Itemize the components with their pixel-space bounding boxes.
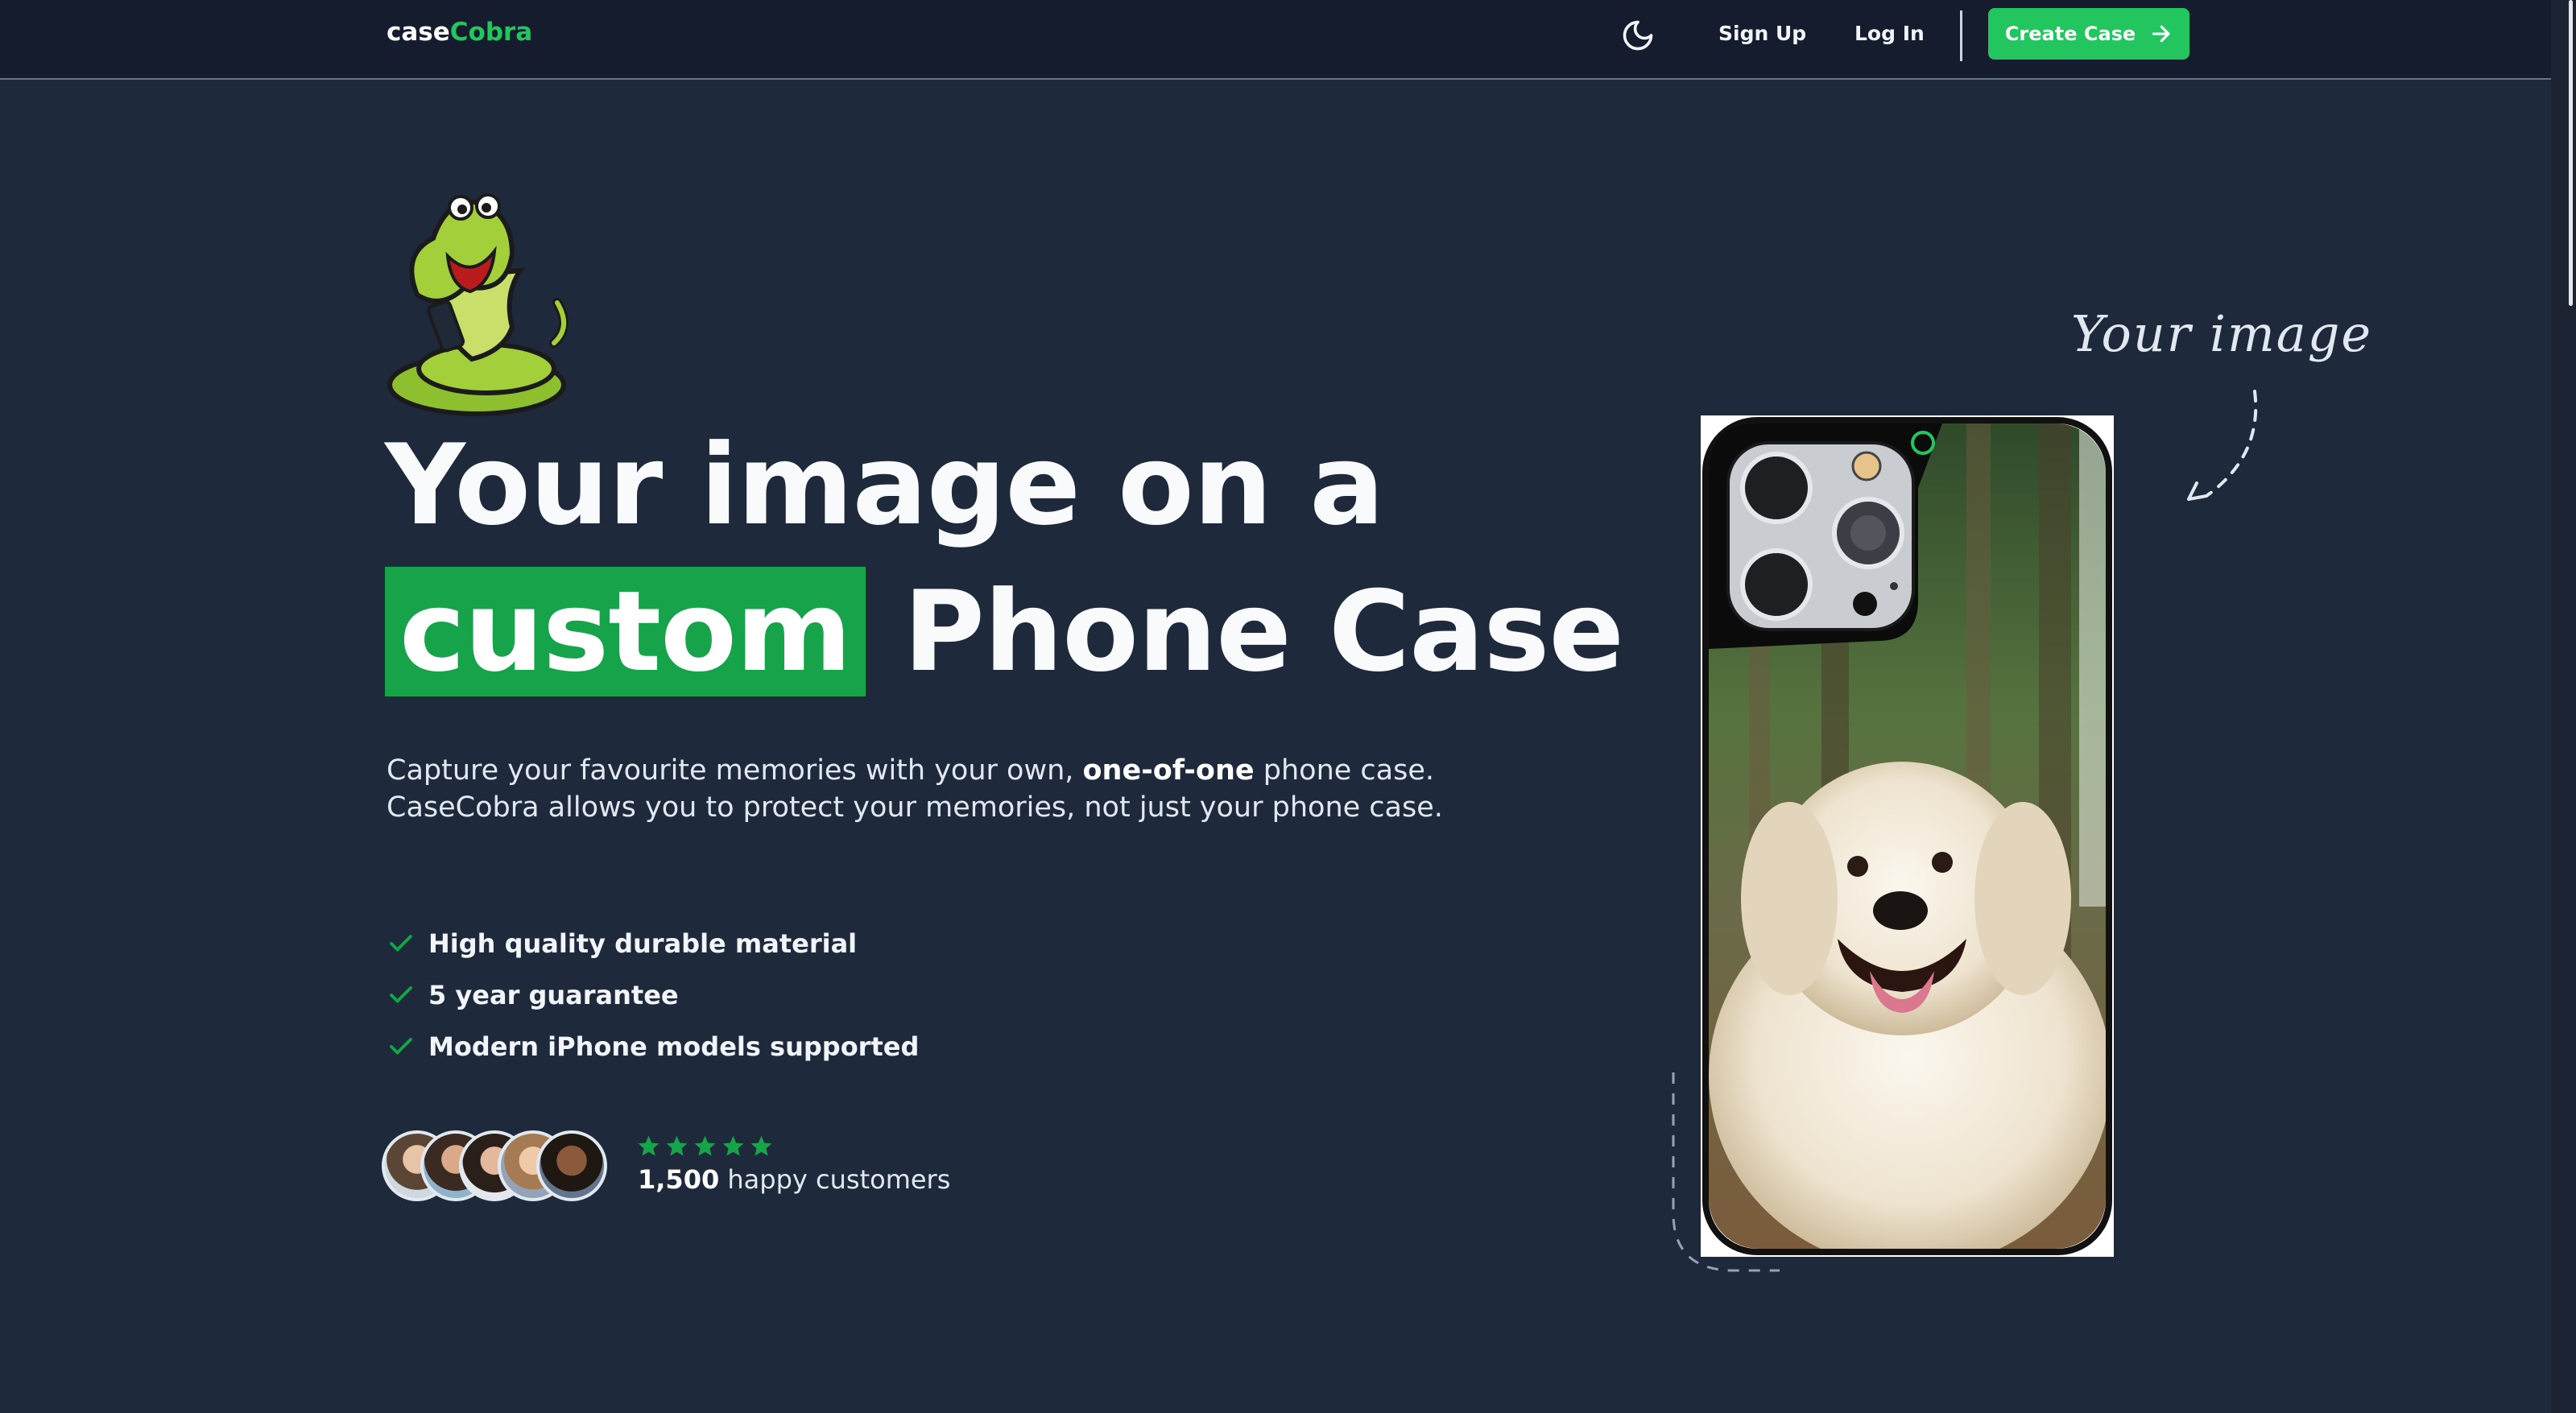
feature-item: High quality durable material (387, 918, 919, 969)
avatar (536, 1130, 607, 1201)
cobra-mascot-icon (387, 193, 569, 416)
customer-count: 1,500 (638, 1164, 720, 1195)
star-icon (694, 1135, 716, 1156)
check-icon (390, 935, 412, 952)
headline-highlight: custom (385, 567, 866, 696)
feature-item: Modern iPhone models supported (387, 1021, 919, 1072)
arrow-right-icon (2152, 25, 2170, 43)
sign-up-link[interactable]: Sign Up (1718, 22, 1806, 45)
hero-description: Capture your favourite memories with you… (387, 752, 1474, 826)
star-icon (722, 1135, 744, 1156)
feature-label: Modern iPhone models supported (428, 1031, 920, 1062)
top-navbar: caseCobra Sign Up Log In Create Case (0, 0, 2551, 80)
rating-stars (636, 1134, 774, 1159)
moon-icon[interactable] (1620, 18, 1656, 53)
lead-text-start: Capture your favourite memories with you… (387, 754, 1083, 787)
customer-avatars (382, 1130, 615, 1204)
scrollbar-thumb[interactable] (2569, 0, 2573, 306)
feature-label: High quality durable material (428, 928, 858, 959)
logo[interactable]: caseCobra (387, 18, 532, 47)
nav-divider (1960, 10, 1962, 61)
customer-label: happy customers (719, 1164, 951, 1195)
your-image-callout: Your image (2071, 304, 2373, 363)
log-in-link[interactable]: Log In (1854, 22, 1925, 45)
phone-case-preview (1701, 415, 2114, 1257)
create-case-label: Create Case (2004, 23, 2136, 45)
star-icon (638, 1135, 660, 1156)
headline-rest: Phone Case (903, 567, 1624, 696)
curved-arrow-icon (2187, 390, 2258, 501)
lead-text-bold: one-of-one (1082, 754, 1255, 787)
headline-line2: custom Phone Case (385, 559, 1624, 705)
hero-headline: Your image on a custom Phone Case (385, 412, 1624, 705)
feature-label: 5 year guarantee (428, 980, 679, 1010)
check-icon (390, 986, 412, 1003)
check-icon (390, 1038, 412, 1055)
star-icon (666, 1135, 688, 1156)
logo-suffix: Cobra (449, 18, 533, 47)
feature-item: 5 year guarantee (387, 969, 919, 1021)
create-case-button[interactable]: Create Case (1988, 8, 2189, 60)
feature-list: High quality durable material 5 year gua… (387, 918, 919, 1072)
headline-line1: Your image on a (385, 420, 1384, 550)
logo-prefix: case (387, 18, 450, 47)
star-icon (750, 1135, 772, 1156)
customer-count-text: 1,500 happy customers (638, 1164, 950, 1195)
